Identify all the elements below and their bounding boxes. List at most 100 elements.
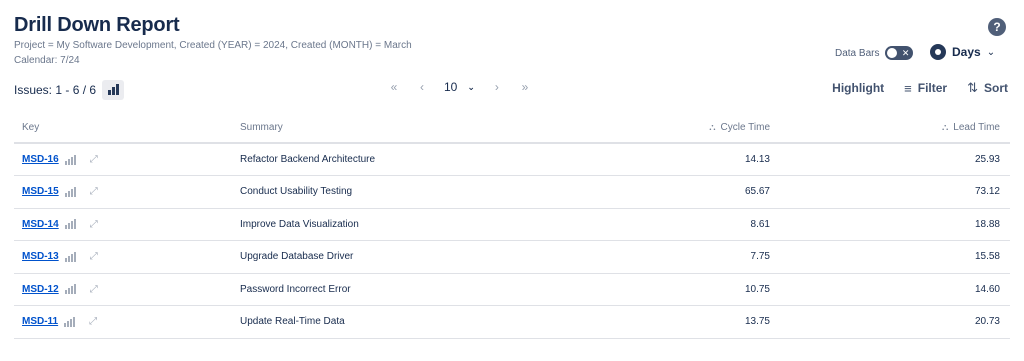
expand-icon[interactable]: ⤢ [90,186,98,197]
next-page-button[interactable]: › [483,80,511,94]
filter-icon: ≡ [904,80,912,96]
bar-chart-icon-bar [67,288,70,295]
sort-button[interactable]: ⇅ Sort [967,80,1008,96]
filter-description: Project = My Software Development, Creat… [14,40,412,51]
calendar-description: Calendar: 7/24 [14,55,80,66]
key-cell-content: MSD-15 ⤢ [22,186,240,197]
issue-key-link[interactable]: MSD-11 [22,316,58,327]
key-cell-content: MSD-11 ⤢ [22,316,240,327]
bar-chart-icon-bar [64,225,67,230]
bar-chart-icon-bar [73,186,76,197]
table-header-row: Key Summary ⛬ Cycle Time ⛬ Lead Time [14,113,1010,144]
bar-chart-icon-bar [73,251,76,262]
bar-chart-icon[interactable] [64,186,76,197]
bar-chart-icon[interactable] [64,316,76,327]
page-size-value: 10 [444,80,458,94]
toggle-knob [887,48,898,58]
bar-chart-icon-bar [73,316,76,327]
filter-button[interactable]: ≡ Filter [904,81,947,96]
key-cell: MSD-16 ⤢ [14,143,240,176]
column-header-key[interactable]: Key [14,113,240,144]
issue-key-link[interactable]: MSD-12 [22,284,59,295]
summary-cell: Password Incorrect Error [240,273,630,306]
bar-chart-icon-bar [115,84,119,95]
page-size-select[interactable]: 10 ⌄ [444,80,475,94]
table-row[interactable]: MSD-15 ⤢ Conduct Usability Testing 65.67 73.… [14,175,1010,209]
bar-chart-icon[interactable] [64,284,76,295]
key-cell: MSD-13 ⤢ [14,240,240,274]
summary-header-label: Summary [240,122,283,133]
bar-chart-icon-bar [70,318,73,327]
highlight-button[interactable]: Highlight [832,81,884,95]
sort-icon: ⇅ [967,80,978,95]
lead-time-cell: 73.12 [770,175,1010,209]
expand-icon[interactable]: ⤢ [90,284,98,295]
summary-cell: Update Real-Time Data [240,305,630,339]
bar-chart-icon [107,90,111,95]
bar-chart-icon-bar [67,158,70,165]
help-icon[interactable]: ? [988,18,1006,36]
bar-chart-icon-bar [73,219,76,230]
bar-chart-icon-bar [70,188,73,197]
prev-page-button[interactable]: ‹ [408,80,436,94]
cycle-time-cell: 65.67 [630,175,770,209]
bar-chart-icon-bar [64,322,67,327]
key-cell: MSD-14 ⤢ [14,208,240,241]
bar-chart-icon-bar [67,320,70,327]
lead-time-cell: 15.58 [770,240,1010,274]
column-header-summary[interactable]: Summary [240,113,630,144]
table-row[interactable]: MSD-16 ⤢ Refactor Backend Architecture 14.1… [14,143,1010,176]
bar-chart-icon-bar [67,223,70,230]
highlight-label: Highlight [832,81,885,95]
issue-key-link[interactable]: MSD-14 [22,219,59,230]
bar-chart-icon-bar [64,257,67,262]
table-row[interactable]: MSD-14 ⤢ Improve Data Visualization 8.61 18.… [14,208,1010,241]
bar-chart-icon-bar [67,255,70,262]
issue-key-link[interactable]: MSD-16 [22,154,59,165]
days-dropdown[interactable]: Days ⌄ [930,44,995,60]
column-header-lead-time[interactable]: ⛬ Lead Time [770,113,1010,144]
bar-chart-icon[interactable] [64,154,76,165]
lead-time-cell: 25.93 [770,143,1010,176]
filter-label: Filter [917,81,948,95]
first-page-button[interactable]: « [380,80,408,94]
bar-chart-icon-bar [70,221,73,230]
column-header-cycle-time[interactable]: ⛬ Cycle Time [630,113,770,144]
pagination: « ‹ 10 ⌄ › » [380,80,539,94]
table-body: MSD-16 ⤢ Refactor Backend Architecture 14.1… [14,143,1010,339]
issue-key-link[interactable]: MSD-15 [22,186,59,197]
bar-chart-icon-bar [73,284,76,295]
bar-chart-icon-bar [67,190,70,197]
bar-chart-icon[interactable] [64,251,76,262]
table-row[interactable]: MSD-11 ⤢ Update Real-Time Data 13.75 20.73 [14,305,1010,339]
data-bars-toggle[interactable]: ✕ [885,46,914,60]
hierarchy-icon: ⛬ [709,122,716,132]
expand-icon[interactable]: ⤢ [90,219,98,230]
page-title: Drill Down Report [14,14,180,36]
sort-label: Sort [984,81,1008,95]
table-row[interactable]: MSD-12 ⤢ Password Incorrect Error 10.75 14.6… [14,273,1010,306]
summary-cell: Conduct Usability Testing [240,175,630,209]
data-bars-label: Data Bars [835,47,880,59]
chevron-down-icon: ⌄ [986,46,996,58]
summary-cell: Improve Data Visualization [240,208,630,241]
key-cell: MSD-11 ⤢ [14,305,240,339]
cycle-time-cell: 14.13 [630,143,770,176]
bar-chart-icon-bar [64,192,67,197]
issues-label: Issues: 1 - 6 / 6 [14,83,97,97]
expand-icon[interactable]: ⤢ [90,154,98,165]
issues-count: Issues: 1 - 6 / 6 [14,80,125,100]
days-label: Days [952,45,981,59]
expand-icon[interactable]: ⤢ [90,251,98,262]
bar-chart-icon-bar [64,160,67,165]
bar-chart-icon[interactable] [64,219,76,230]
last-page-button[interactable]: » [511,80,539,94]
issue-key-link[interactable]: MSD-13 [22,251,59,262]
cycle-time-header-label: Cycle Time [720,122,770,133]
expand-icon[interactable]: ⤢ [89,316,97,327]
bar-chart-button[interactable] [102,80,125,100]
cycle-time-cell: 7.75 [630,240,770,274]
key-cell-content: MSD-13 ⤢ [22,251,240,262]
table-row[interactable]: MSD-13 ⤢ Upgrade Database Driver 7.75 15.58 [14,240,1010,274]
summary-cell: Upgrade Database Driver [240,240,630,274]
